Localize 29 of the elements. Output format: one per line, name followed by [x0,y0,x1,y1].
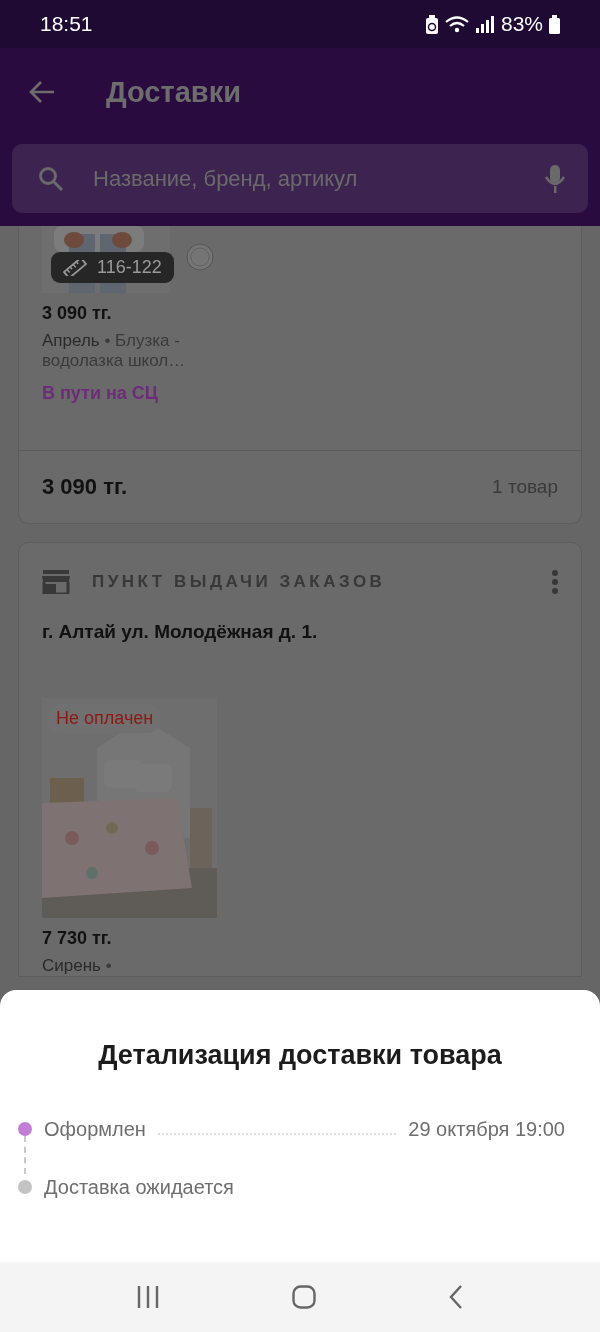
recent-apps-icon[interactable] [136,1286,159,1308]
battery-icon [549,14,560,34]
wifi-icon [444,15,469,33]
delivery-status: В пути на СЦ [42,383,159,404]
item-price: 7 730 тг. [42,928,113,949]
search-input[interactable]: Название, бренд, артикул [91,164,516,193]
pickup-address: г. Алтай ул. Молодёжная д. 1. [42,621,319,643]
microphone-icon[interactable] [544,164,566,193]
sheet-title: Детализация доставки товара [97,1039,503,1072]
brand-seal-icon [186,243,214,271]
search-icon [38,166,63,191]
search-field[interactable]: Название, бренд, артикул [12,144,588,213]
back-icon[interactable] [449,1285,464,1309]
order-total: 3 090 тг. [42,474,127,500]
store-icon [42,570,70,594]
size-tag: 116-122 [51,252,174,283]
home-icon[interactable] [292,1285,316,1309]
clock: 18:51 [40,12,93,36]
ruler-icon [63,259,87,276]
item-description: Сирень • [42,956,113,976]
screen-title: Доставки [106,75,241,109]
item-price: 3 090 тг. [42,303,113,324]
battery-saver-icon [424,14,439,34]
battery-percent: 83% [500,12,543,36]
step-date: 29 октября 19:00 [408,1117,565,1141]
back-arrow-icon[interactable] [28,79,56,105]
signal-icon [474,15,495,33]
step-label: Доставка ожидается [44,1175,234,1199]
step-label: Оформлен [44,1117,146,1141]
